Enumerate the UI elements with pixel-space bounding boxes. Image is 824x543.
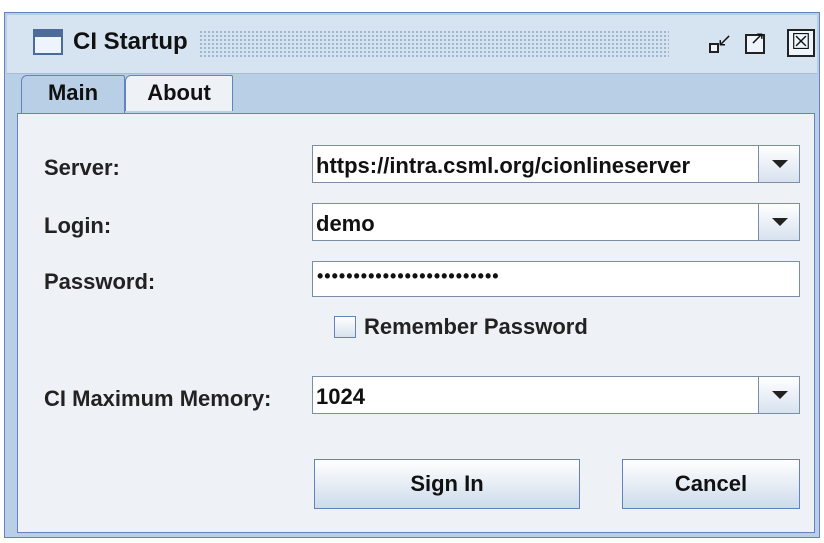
remember-password-checkbox[interactable] bbox=[334, 316, 356, 338]
tab-main[interactable]: Main bbox=[21, 75, 125, 113]
remember-password-label[interactable]: Remember Password bbox=[364, 314, 588, 340]
window-icon bbox=[33, 29, 63, 55]
title-bar-grip bbox=[199, 30, 669, 58]
tab-about[interactable]: About bbox=[125, 75, 233, 111]
memory-combobox[interactable]: 1024 bbox=[312, 376, 800, 414]
password-field[interactable]: ••••••••••••••••••••••••• bbox=[312, 261, 800, 297]
password-value: ••••••••••••••••••••••••• bbox=[317, 266, 500, 286]
memory-label: CI Maximum Memory: bbox=[44, 386, 272, 411]
login-label: Login: bbox=[44, 213, 112, 238]
login-combobox[interactable]: demo bbox=[312, 203, 800, 241]
login-dropdown-button[interactable] bbox=[758, 204, 799, 240]
password-label: Password: bbox=[44, 269, 156, 294]
server-dropdown-button[interactable] bbox=[758, 146, 799, 182]
server-label: Server: bbox=[44, 155, 120, 180]
server-value: https://intra.csml.org/cionlineserver bbox=[316, 153, 691, 178]
ci-startup-window: CI Startup ↙ ↗ ☒ Main About Server: http… bbox=[4, 12, 820, 538]
memory-dropdown-button[interactable] bbox=[758, 377, 799, 413]
main-panel: Server: https://intra.csml.org/cionlines… bbox=[17, 113, 815, 533]
title-bar[interactable]: CI Startup ↙ ↗ ☒ bbox=[7, 15, 817, 74]
minimize-icon[interactable]: ↙ bbox=[705, 29, 733, 57]
cancel-button[interactable]: Cancel bbox=[622, 459, 800, 509]
window-title: CI Startup bbox=[73, 28, 188, 55]
sign-in-button[interactable]: Sign In bbox=[314, 459, 580, 509]
memory-value: 1024 bbox=[316, 384, 365, 409]
close-icon[interactable]: ☒ bbox=[787, 29, 815, 57]
maximize-icon[interactable]: ↗ bbox=[742, 28, 770, 57]
login-value: demo bbox=[316, 211, 375, 236]
server-combobox[interactable]: https://intra.csml.org/cionlineserver bbox=[312, 145, 800, 183]
chevron-down-icon bbox=[772, 391, 788, 399]
chevron-down-icon bbox=[772, 218, 788, 226]
chevron-down-icon bbox=[772, 160, 788, 168]
